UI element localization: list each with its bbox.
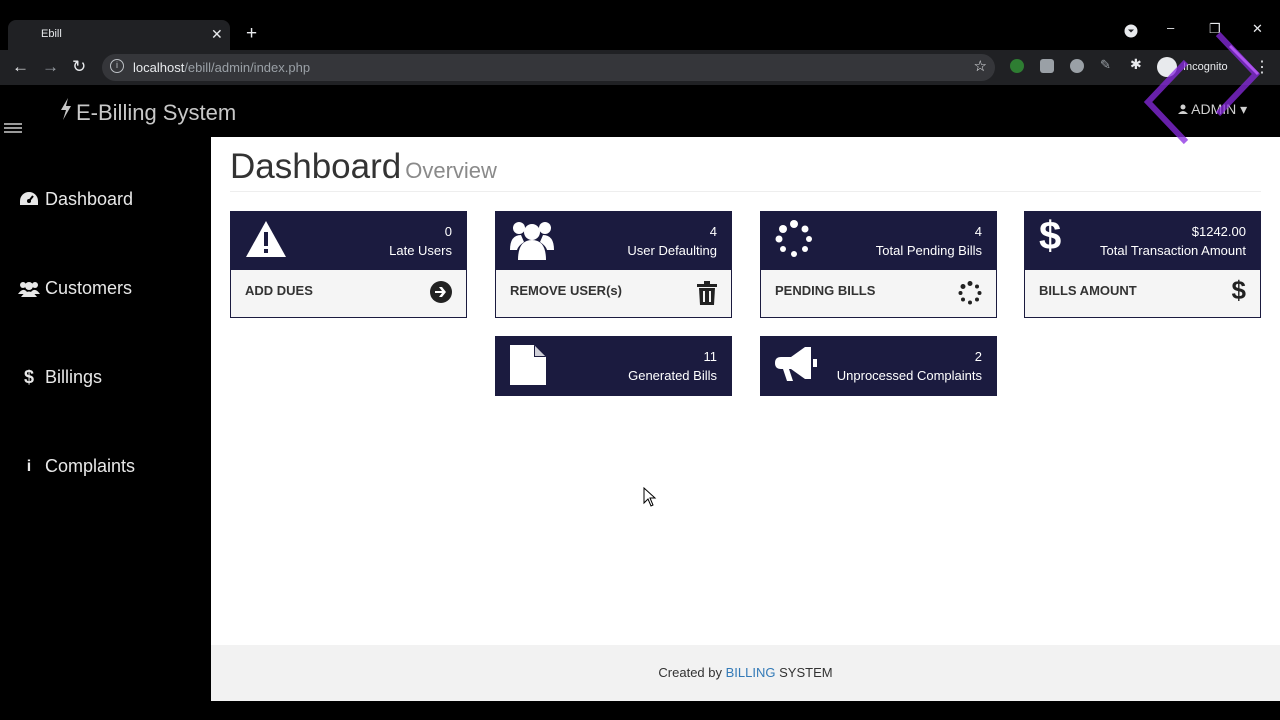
bookmark-star-icon[interactable]: ☆ (974, 57, 987, 75)
dashboard-icon (18, 191, 40, 209)
bottom-strip (0, 701, 1280, 720)
address-bar[interactable]: i localhost/ebill/admin/index.php ☆ (102, 54, 995, 81)
sidebar-item-complaints[interactable]: i Complaints (18, 456, 135, 477)
card-label: Unprocessed Complaints (836, 368, 982, 383)
sidebar-item-label: Customers (45, 278, 133, 298)
warning-icon (245, 220, 287, 263)
sidebar-item-label: Complaints (45, 456, 136, 476)
card-link-label: BILLS AMOUNT (1039, 283, 1137, 298)
forward-icon[interactable]: → (42, 57, 59, 77)
new-tab-icon[interactable]: + (246, 23, 257, 45)
app-header: E-Billing System ADMIN ▾ (0, 85, 1280, 137)
users-icon (18, 280, 40, 298)
main-content: Dashboard Overview 0 Late Users ADD DUES … (211, 137, 1280, 645)
camera-extension-icon[interactable] (1040, 59, 1054, 73)
bills-amount-link[interactable]: BILLS AMOUNT $ (1025, 270, 1260, 317)
brand-link[interactable]: E-Billing System (60, 98, 236, 126)
remove-users-link[interactable]: REMOVE USER(s) (496, 270, 731, 317)
pending-bills-link[interactable]: PENDING BILLS (761, 270, 996, 317)
reload-icon[interactable]: ↻ (72, 57, 86, 77)
brand-text: E-Billing System (76, 100, 237, 125)
mouse-cursor-icon (643, 486, 657, 512)
url-text: localhost/ebill/admin/index.php (133, 60, 311, 75)
users-icon (510, 220, 554, 265)
footer-prefix: Created by (658, 665, 722, 680)
dollar-icon: $ (1039, 214, 1062, 258)
card-pending-bills: 4 Total Pending Bills PENDING BILLS (760, 211, 997, 318)
footer: Created by BILLING SYSTEM (211, 645, 1280, 701)
card-label: Total Pending Bills (875, 243, 982, 258)
browser-toolbar: ← → ↻ i localhost/ebill/admin/index.php … (0, 50, 1280, 85)
file-icon (510, 345, 546, 390)
card-header: $ $1242.00 Total Transaction Amount (1025, 212, 1260, 270)
card-generated-bills: 11 Generated Bills (495, 336, 732, 396)
spinner-icon (775, 220, 813, 263)
sidebar-item-label: Billings (45, 367, 103, 387)
tab-search-icon[interactable] (1124, 24, 1138, 41)
card-header: 0 Late Users (231, 212, 466, 270)
info-icon: i (26, 457, 32, 475)
page-title: Dashboard Overview (230, 147, 497, 187)
card-value: 11 (703, 349, 718, 364)
page-subtitle: Overview (405, 158, 497, 183)
sidebar-item-dashboard[interactable]: Dashboard (18, 189, 133, 210)
card-header: 11 Generated Bills (496, 337, 731, 395)
tab-close-icon[interactable]: ✕ (211, 26, 223, 43)
browser-tab-bar: Ebill ✕ + – ❐ ✕ (0, 0, 1280, 50)
pen-extension-icon[interactable]: ✎ (1100, 57, 1114, 72)
dollar-icon: $ (1231, 275, 1246, 305)
footer-link[interactable]: BILLING (726, 665, 776, 680)
extension-icon[interactable] (1010, 59, 1024, 73)
dollar-icon: $ (23, 367, 34, 387)
card-label: Late Users (389, 243, 452, 258)
site-info-icon[interactable]: i (110, 59, 124, 73)
card-header: 4 User Defaulting (496, 212, 731, 270)
card-link-label: REMOVE USER(s) (510, 283, 622, 298)
sidebar-item-customers[interactable]: Customers (18, 278, 132, 299)
arrow-right-circle-icon (430, 281, 452, 308)
bolt-icon (60, 98, 72, 126)
trash-icon (697, 281, 717, 310)
card-link-label: ADD DUES (245, 283, 313, 298)
card-value: 0 (444, 224, 452, 239)
card-label: User Defaulting (627, 243, 717, 258)
sidebar-toggle-icon[interactable] (4, 123, 22, 137)
footer-suffix: SYSTEM (779, 665, 833, 680)
page-title-text: Dashboard (230, 147, 402, 186)
card-value: $1242.00 (1191, 224, 1246, 239)
watermark-chevron-icon (1140, 31, 1261, 152)
card-header: 2 Unprocessed Complaints (761, 337, 996, 395)
card-value: 4 (974, 224, 982, 239)
card-label: Total Transaction Amount (1100, 243, 1246, 258)
card-value: 4 (709, 224, 717, 239)
add-dues-link[interactable]: ADD DUES (231, 270, 466, 317)
back-icon[interactable]: ← (12, 57, 29, 77)
spinner-icon (958, 281, 982, 310)
title-divider (230, 191, 1261, 192)
extension-icon[interactable] (1070, 59, 1084, 73)
sidebar: Dashboard Customers $ Billings i Complai… (0, 137, 210, 720)
card-user-defaulting: 4 User Defaulting REMOVE USER(s) (495, 211, 732, 318)
card-value: 2 (974, 349, 982, 364)
sidebar-item-billings[interactable]: $ Billings (18, 367, 102, 388)
bullhorn-icon (775, 345, 817, 388)
card-unprocessed-complaints: 2 Unprocessed Complaints (760, 336, 997, 396)
card-label: Generated Bills (628, 368, 717, 383)
browser-tab[interactable]: Ebill ✕ (8, 20, 230, 50)
tab-title: Ebill (41, 28, 62, 40)
card-late-users: 0 Late Users ADD DUES (230, 211, 467, 318)
sidebar-item-label: Dashboard (45, 189, 134, 209)
card-header: 4 Total Pending Bills (761, 212, 996, 270)
card-transaction-amount: $ $1242.00 Total Transaction Amount BILL… (1024, 211, 1261, 318)
card-link-label: PENDING BILLS (775, 283, 876, 298)
